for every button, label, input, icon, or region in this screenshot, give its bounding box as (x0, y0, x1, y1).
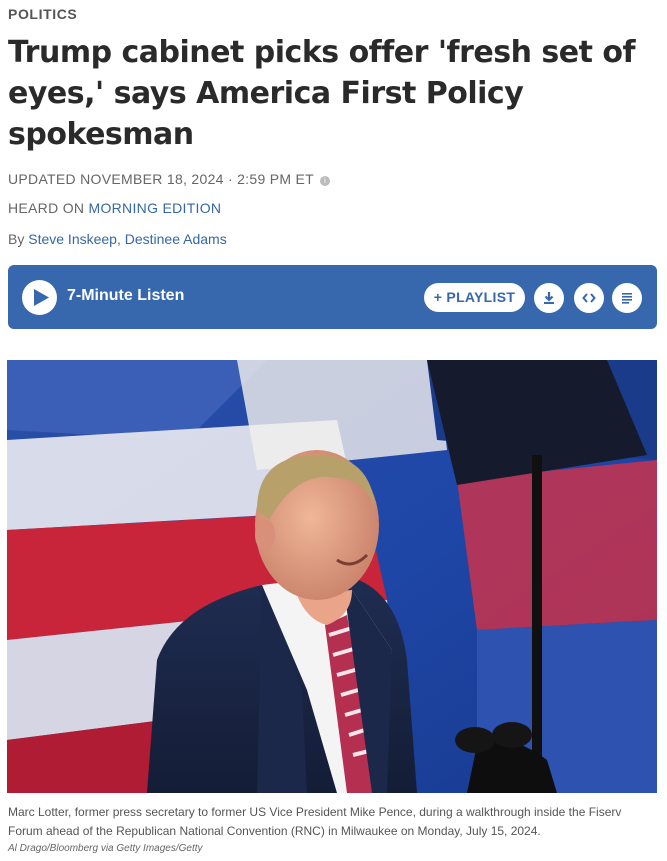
download-icon (544, 292, 554, 304)
lead-photo[interactable] (7, 360, 657, 793)
byline-separator: , (116, 231, 125, 247)
author-link-2[interactable]: Destinee Adams (125, 231, 227, 247)
listen-label: 7-Minute Listen (67, 287, 185, 304)
info-icon[interactable]: i (320, 176, 331, 186)
section-label[interactable]: POLITICS (8, 6, 77, 22)
embed-button[interactable] (574, 283, 604, 313)
author-link-1[interactable]: Steve Inskeep (28, 231, 117, 247)
download-button[interactable] (534, 283, 564, 313)
transcript-icon (622, 293, 632, 304)
heard-on-prefix: HEARD ON (8, 200, 89, 216)
updated-timestamp: UPDATED NOVEMBER 18, 2024 · 2:59 PM ET i (8, 171, 331, 187)
audio-player: 7-Minute Listen + PLAYLIST (8, 265, 657, 329)
photo-caption: Marc Lotter, former press secretary to f… (8, 805, 622, 838)
program-link[interactable]: MORNING EDITION (89, 200, 222, 216)
lead-photo-illustration (7, 360, 657, 793)
heard-on: HEARD ON MORNING EDITION (8, 200, 221, 216)
byline-prefix: By (8, 231, 29, 247)
play-icon (34, 289, 49, 306)
transcript-button[interactable] (612, 283, 642, 313)
embed-icon (582, 293, 596, 303)
add-to-playlist-button[interactable]: + PLAYLIST (424, 283, 525, 312)
updated-text: UPDATED NOVEMBER 18, 2024 · 2:59 PM ET (8, 171, 315, 187)
headline: Trump cabinet picks offer 'fresh set of … (8, 35, 636, 152)
photo-credit: Al Drago/Bloomberg via Getty Images/Gett… (8, 843, 203, 854)
byline: By Steve Inskeep, Destinee Adams (8, 231, 227, 247)
play-button[interactable] (22, 280, 57, 315)
